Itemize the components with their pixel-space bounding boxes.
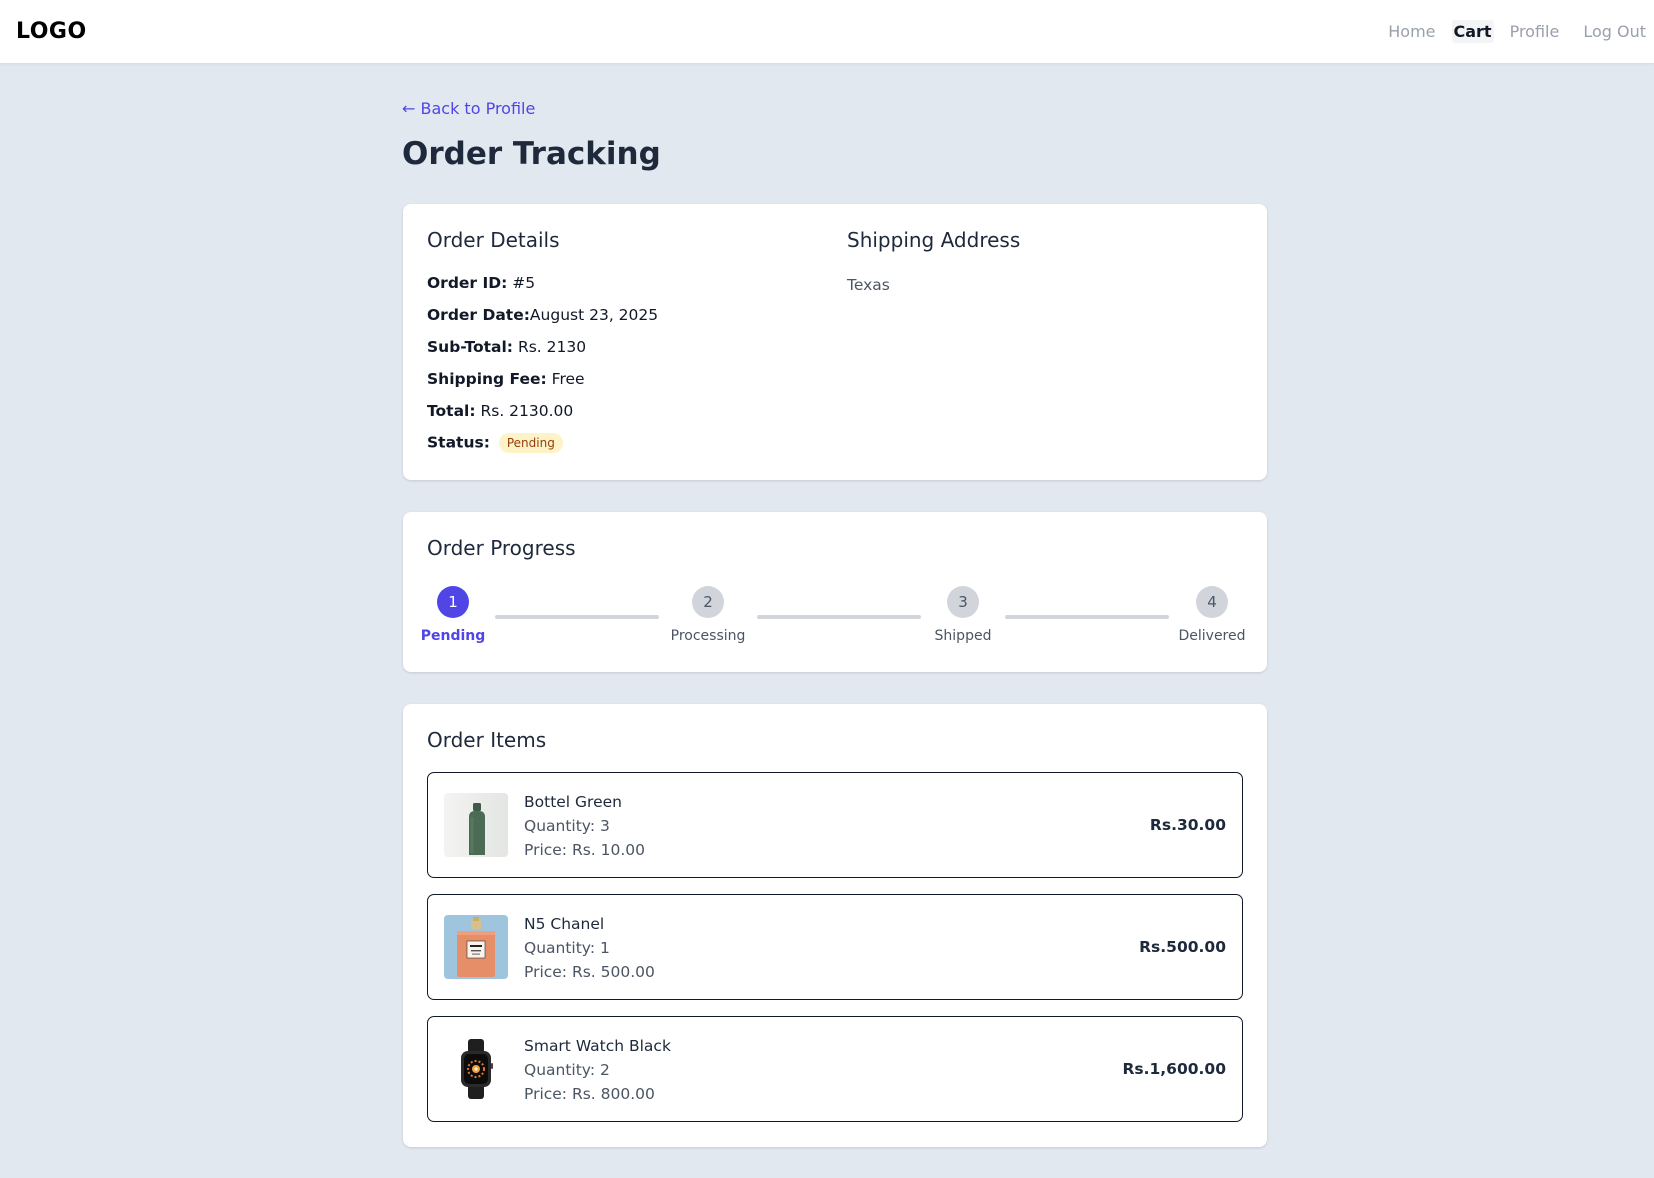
- item-total: Rs.30.00: [1149, 816, 1226, 834]
- nav-link-cart[interactable]: Cart: [1451, 20, 1494, 43]
- item-name: N5 Chanel: [524, 915, 605, 933]
- order-items-title: Order Items: [427, 728, 547, 752]
- step-circle-4: 4: [1196, 586, 1228, 618]
- progress-step-processing: 2 Processing: [671, 586, 745, 644]
- back-to-profile-link[interactable]: ← Back to Profile: [402, 99, 535, 118]
- nav-link-profile[interactable]: Profile: [1502, 20, 1568, 43]
- item-quantity: Quantity: 3: [524, 817, 610, 835]
- order-date-value: August 23, 2025: [529, 306, 659, 324]
- total-value: Rs. 2130.00: [480, 402, 574, 420]
- order-item[interactable]: Bottel Green Quantity: 3 Price: Rs. 10.0…: [427, 772, 1243, 878]
- order-item[interactable]: Smart Watch Black Quantity: 2 Price: Rs.…: [427, 1016, 1243, 1122]
- total-label: Total:: [427, 402, 476, 420]
- step-circle-3: 3: [947, 586, 979, 618]
- subtotal-value: Rs. 2130: [517, 338, 587, 356]
- step-label-processing: Processing: [670, 628, 746, 644]
- progress-step-pending: 1 Pending: [421, 586, 485, 644]
- step-label-delivered: Delivered: [1178, 628, 1246, 644]
- step-label-shipped: Shipped: [934, 628, 992, 644]
- progress-step-delivered: 4 Delivered: [1178, 586, 1246, 644]
- subtotal-row: Sub-Total: Rs. 2130: [427, 338, 586, 356]
- shipping-fee-value: Free: [551, 370, 585, 388]
- item-price: Price: Rs. 10.00: [524, 841, 646, 859]
- order-item[interactable]: N5 Chanel Quantity: 1 Price: Rs. 500.00 …: [427, 894, 1243, 1000]
- progress-connector-1: [495, 615, 659, 619]
- progress-step-shipped: 3 Shipped: [933, 586, 993, 644]
- order-progress-title: Order Progress: [427, 536, 576, 560]
- item-price: Price: Rs. 800.00: [524, 1085, 655, 1103]
- shipping-fee-label: Shipping Fee:: [427, 370, 547, 388]
- order-date-label: Order Date:: [427, 306, 530, 324]
- subtotal-label: Sub-Total:: [427, 338, 513, 356]
- status-label: Status:: [427, 433, 490, 452]
- order-progress-card: Order Progress 1 Pending 2 Processing 3 …: [403, 512, 1267, 672]
- perfume-bottle-image: [444, 915, 508, 979]
- item-price: Price: Rs. 500.00: [524, 963, 655, 981]
- step-circle-2: 2: [692, 586, 724, 618]
- order-items-card: Order Items Bottel Green Quantity: 3 Pri…: [403, 704, 1267, 1147]
- top-navbar: LOGO Home Cart Profile Log Out: [0, 0, 1654, 64]
- nav-link-logout[interactable]: Log Out: [1575, 20, 1654, 43]
- step-circle-1: 1: [437, 586, 469, 618]
- status-badge: Pending: [498, 433, 563, 453]
- logo[interactable]: LOGO: [16, 19, 87, 44]
- shipping-address-title: Shipping Address: [847, 228, 1021, 252]
- nav-link-home[interactable]: Home: [1380, 20, 1443, 43]
- order-details-title: Order Details: [427, 228, 560, 252]
- step-label-pending: Pending: [420, 628, 486, 644]
- total-row: Total: Rs. 2130.00: [427, 402, 573, 420]
- item-total: Rs.500.00: [1139, 938, 1226, 956]
- shipping-address-text: Texas: [847, 276, 890, 294]
- green-bottle-image: [444, 793, 508, 857]
- smart-watch-image: [444, 1037, 508, 1101]
- nav-links: Home Cart Profile Log Out: [1380, 20, 1654, 43]
- page-title: Order Tracking: [402, 136, 661, 172]
- progress-connector-3: [1005, 615, 1169, 619]
- item-quantity: Quantity: 2: [524, 1061, 610, 1079]
- item-name: Bottel Green: [524, 793, 622, 811]
- order-id-value: #5: [512, 274, 536, 292]
- order-date-row: Order Date:August 23, 2025: [427, 306, 658, 324]
- item-total: Rs.1,600.00: [1122, 1060, 1226, 1078]
- order-id-row: Order ID: #5: [427, 274, 535, 292]
- order-id-label: Order ID:: [427, 274, 508, 292]
- item-quantity: Quantity: 1: [524, 939, 610, 957]
- item-name: Smart Watch Black: [524, 1037, 671, 1055]
- shipping-fee-row: Shipping Fee: Free: [427, 370, 585, 388]
- status-row: Status: Pending: [427, 433, 563, 453]
- progress-connector-2: [757, 615, 921, 619]
- order-details-card: Order Details Order ID: #5 Order Date:Au…: [403, 204, 1267, 480]
